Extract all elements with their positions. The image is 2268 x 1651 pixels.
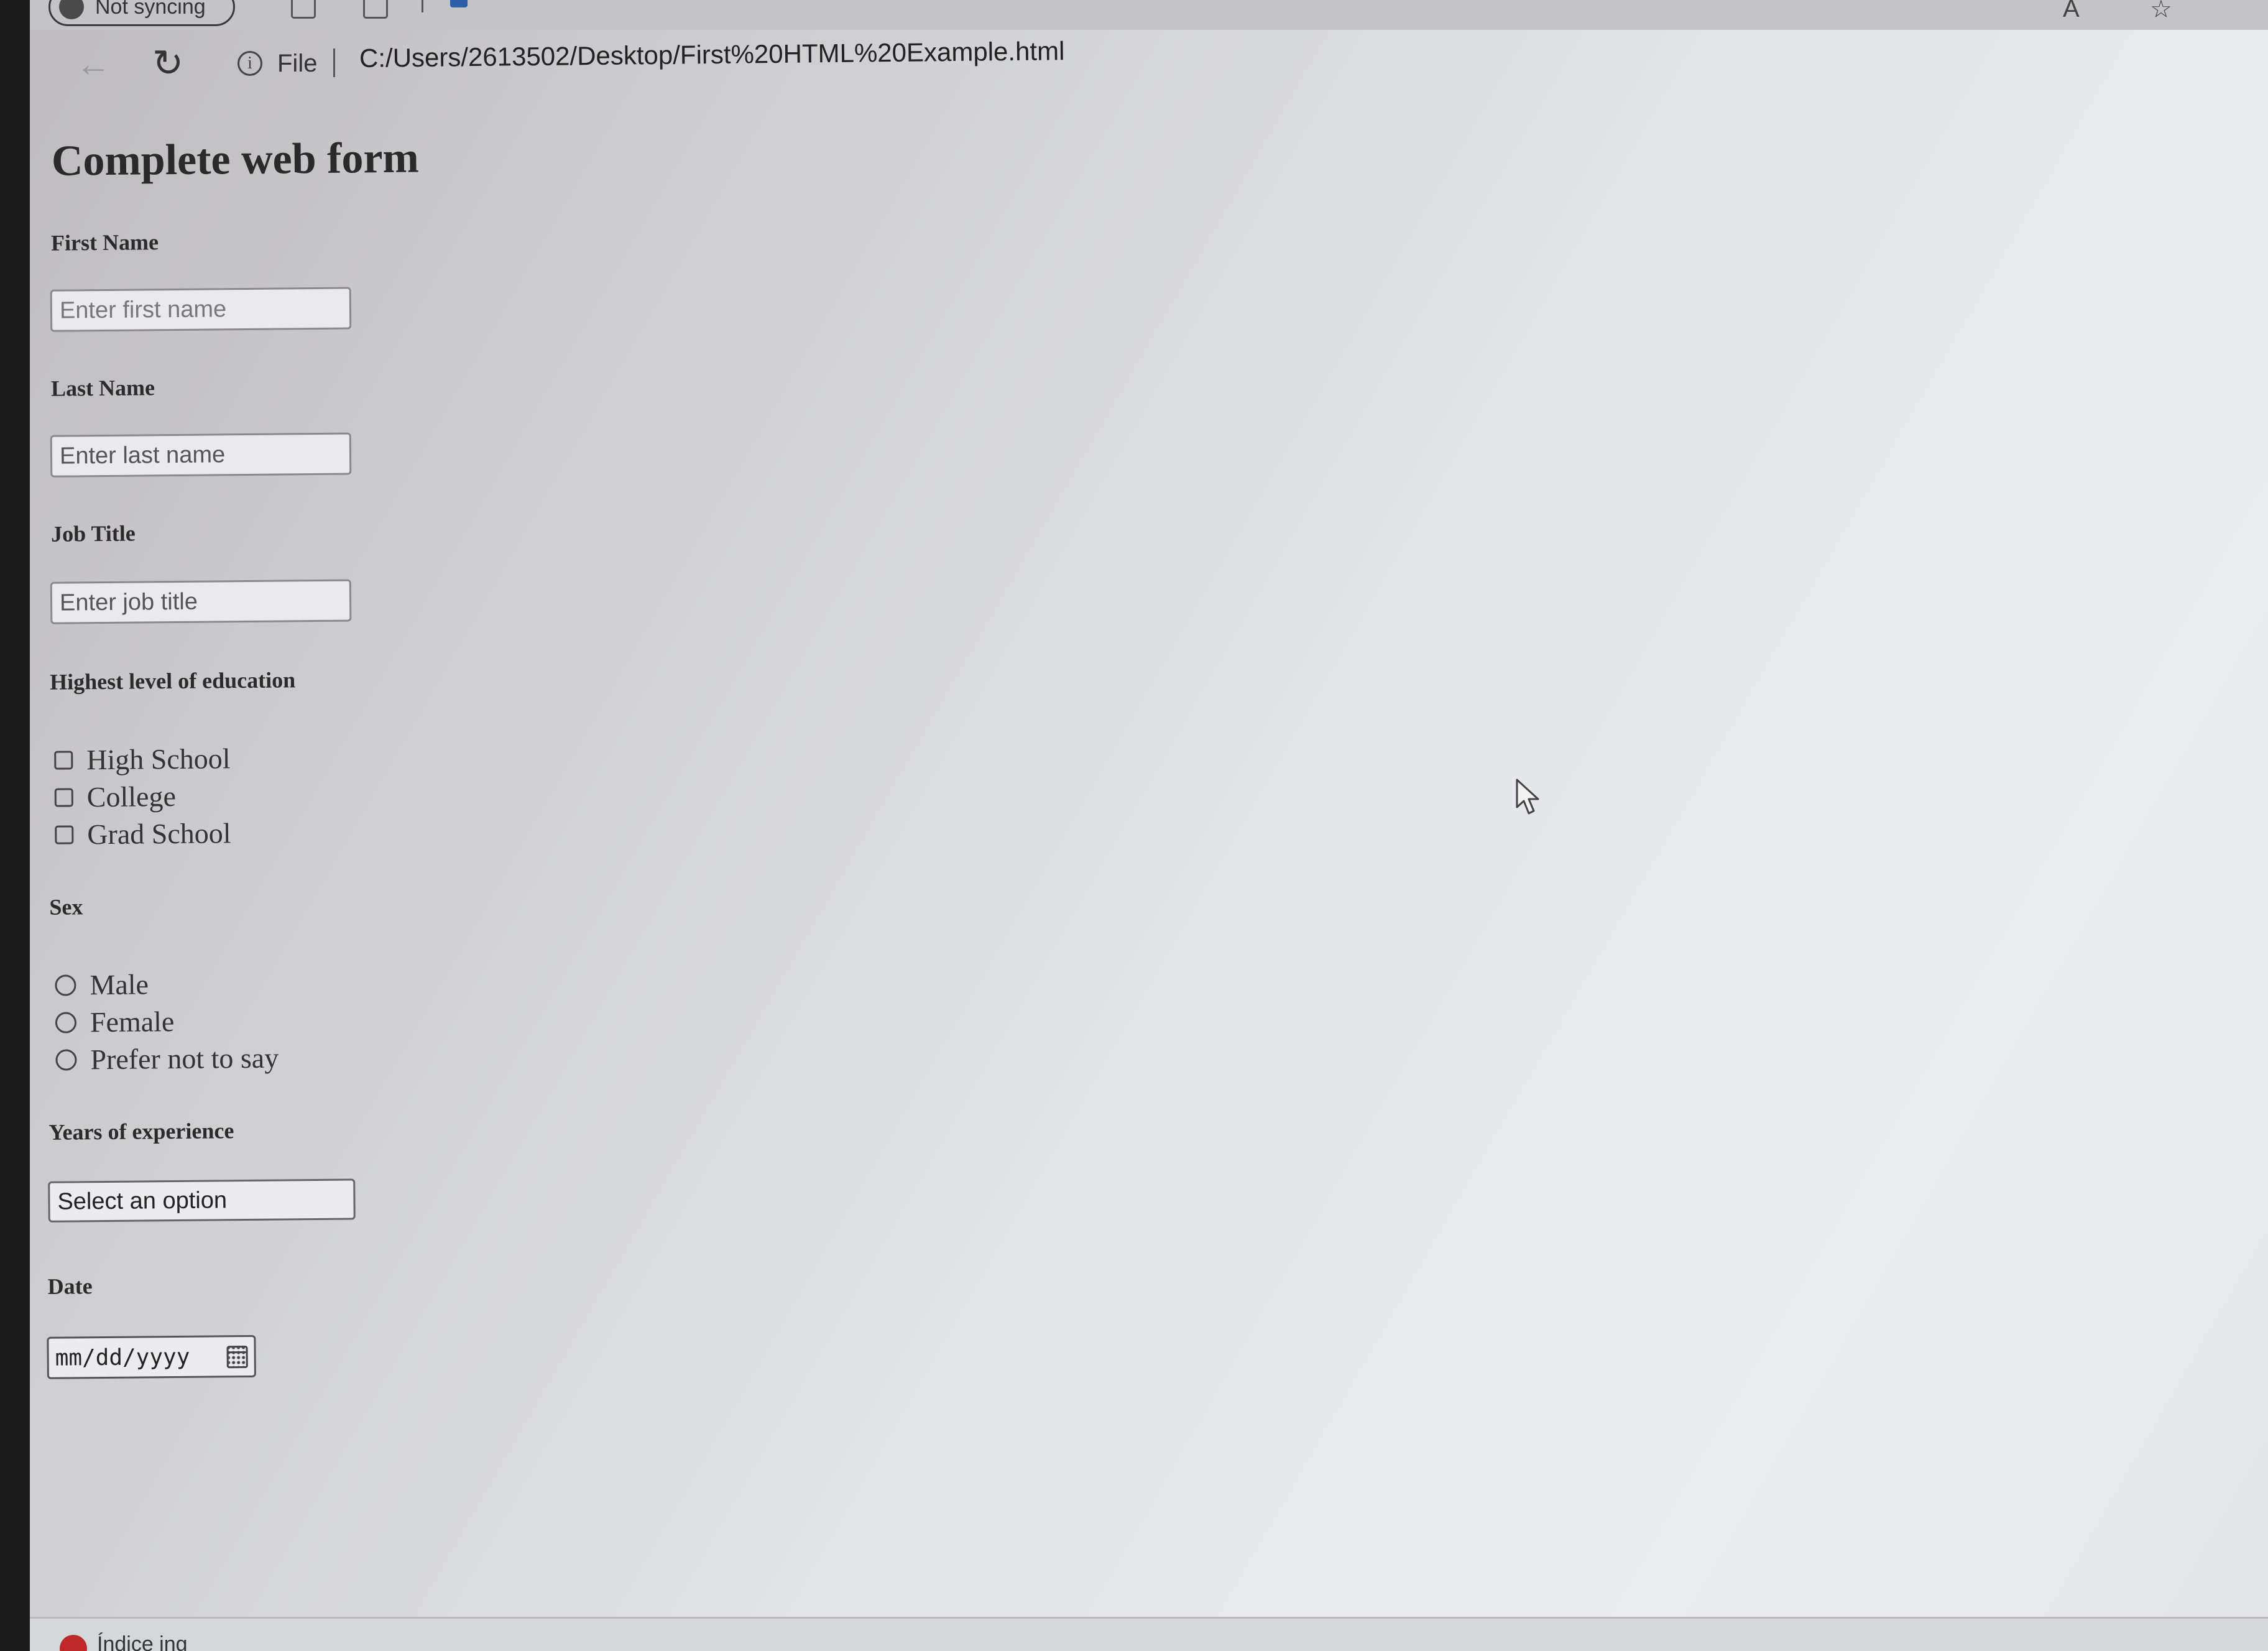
experience-select[interactable]: Select an option: [48, 1178, 356, 1223]
tab-strip: Not syncing A ☆: [30, 0, 2268, 30]
tab-actions-icon[interactable]: [363, 0, 388, 19]
option-label: College: [86, 780, 177, 813]
profile-button[interactable]: Not syncing: [48, 0, 235, 26]
first-name-label: First Name: [50, 229, 159, 256]
tab-favicon-icon[interactable]: [450, 0, 468, 7]
checkbox[interactable]: [54, 750, 73, 770]
mouse-cursor-icon: [1516, 779, 1539, 815]
date-value: mm/dd/yyyy: [55, 1344, 190, 1371]
sex-option[interactable]: Female: [55, 1005, 175, 1039]
page-title: Complete web form: [51, 134, 420, 185]
reload-icon[interactable]: ↻: [148, 42, 188, 84]
taskbar-item[interactable]: Índice ing: [97, 1632, 188, 1651]
last-name-input[interactable]: [50, 432, 352, 478]
address-url[interactable]: C:/Users/2613502/Desktop/First%20HTML%20…: [359, 36, 1065, 73]
tab-divider: [422, 0, 423, 12]
education-option[interactable]: Grad School: [55, 816, 231, 851]
education-option[interactable]: College: [54, 780, 177, 814]
profile-status: Not syncing: [95, 0, 206, 19]
sex-label: Sex: [49, 894, 83, 920]
option-label: Male: [90, 968, 149, 1001]
browser-window: Not syncing A ☆ ← ↻ i File C:/Users/2613…: [30, 0, 2268, 1651]
info-icon[interactable]: i: [237, 51, 262, 76]
read-aloud-icon[interactable]: A: [2063, 0, 2080, 23]
option-label: Female: [90, 1006, 175, 1038]
job-title-input[interactable]: [50, 579, 352, 624]
date-input[interactable]: mm/dd/yyyy: [47, 1334, 256, 1379]
calendar-icon[interactable]: [226, 1346, 248, 1369]
option-label: Grad School: [87, 817, 231, 851]
first-name-input[interactable]: [50, 287, 352, 332]
sex-option[interactable]: Male: [55, 968, 149, 1001]
option-label: Prefer not to say: [90, 1042, 279, 1076]
last-name-label: Last Name: [50, 375, 155, 401]
notification-badge[interactable]: [60, 1635, 87, 1651]
page-content: Complete web form First Name Last Name J…: [30, 80, 2268, 1604]
option-label: High School: [86, 742, 231, 776]
back-icon[interactable]: ←: [73, 44, 113, 83]
sex-option[interactable]: Prefer not to say: [55, 1042, 279, 1076]
file-label: File: [277, 50, 318, 77]
address-separator: [333, 49, 335, 77]
taskbar: Índice ing: [30, 1617, 2268, 1651]
date-label: Date: [47, 1274, 93, 1299]
education-option[interactable]: High School: [54, 742, 231, 776]
radio-button[interactable]: [55, 1011, 77, 1034]
avatar: [59, 0, 84, 19]
education-label: Highest level of education: [50, 667, 296, 695]
radio-button[interactable]: [55, 974, 76, 996]
checkbox[interactable]: [55, 825, 74, 844]
job-title-label: Job Title: [50, 520, 136, 547]
workspaces-icon[interactable]: [291, 0, 316, 19]
radio-button[interactable]: [55, 1048, 77, 1071]
experience-label: Years of experience: [48, 1118, 234, 1145]
checkbox[interactable]: [54, 787, 73, 807]
favorite-icon[interactable]: ☆: [2150, 0, 2172, 24]
